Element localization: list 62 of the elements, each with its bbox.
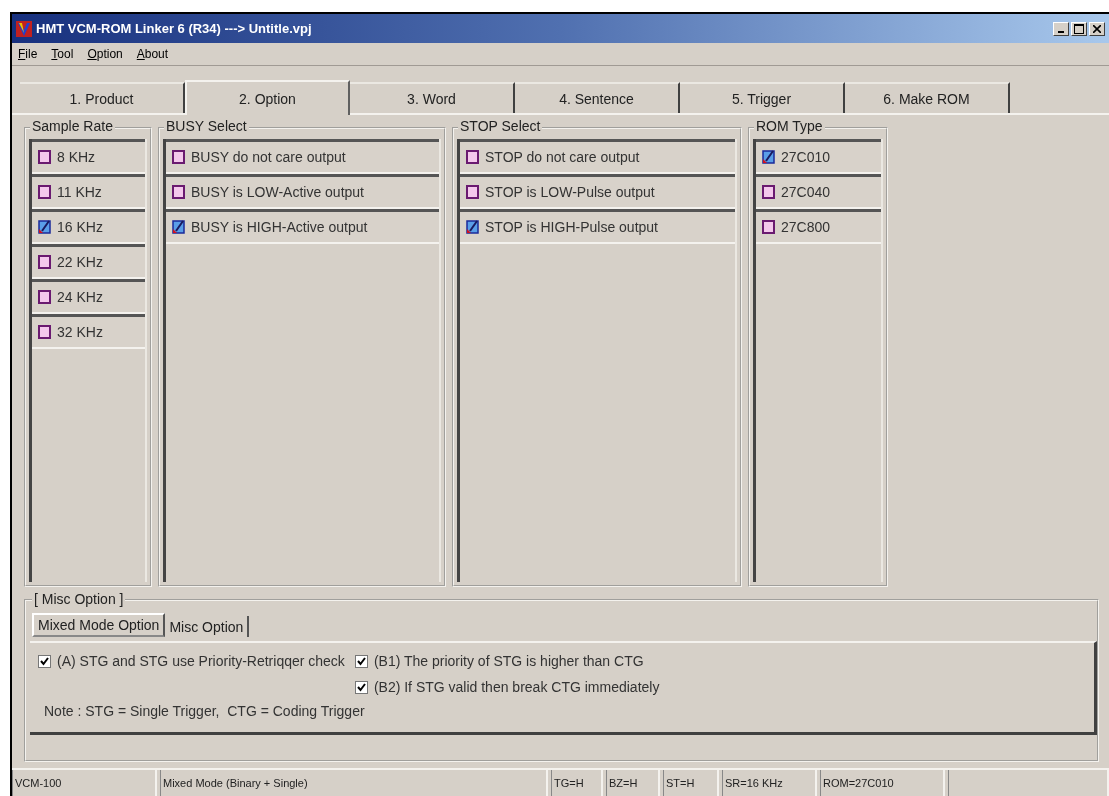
choice-label: STOP is LOW-Pulse output (485, 184, 655, 200)
minimize-button[interactable] (1053, 21, 1069, 36)
close-button[interactable] (1089, 21, 1105, 36)
choice-label: BUSY is HIGH-Active output (191, 219, 368, 235)
tab[interactable]: 4. Sentence (515, 82, 680, 113)
maximize-button[interactable] (1071, 21, 1087, 36)
tab[interactable]: 2. Option (185, 80, 350, 115)
choice-row[interactable]: 11 KHz (32, 174, 145, 209)
choice-label: 16 KHz (57, 219, 103, 235)
menu-item[interactable]: About (136, 47, 169, 61)
group-title: [ Misc Option ] (32, 591, 126, 607)
choice-label: 27C800 (781, 219, 831, 235)
status-cell: BZ=H (606, 770, 660, 796)
choice-row[interactable]: 27C010 (756, 139, 881, 174)
status-cell: VCM-100 (12, 770, 157, 796)
choice-row[interactable]: STOP do not care output (460, 139, 735, 174)
group-title: BUSY Select (164, 118, 249, 134)
note-text: Note : STG = Single Trigger, CTG = Coding Trigger (43, 703, 366, 719)
choice-row[interactable]: STOP is HIGH-Pulse output (460, 209, 735, 244)
choice-label: 22 KHz (57, 254, 103, 270)
status-cell: ROM=27C010 (820, 770, 945, 796)
status-cell: ST=H (663, 770, 719, 796)
choice-label: 32 KHz (57, 324, 103, 340)
choice-label: STOP is HIGH-Pulse output (485, 219, 658, 235)
choice-label: 8 KHz (57, 149, 96, 165)
choice-row[interactable]: 27C800 (756, 209, 881, 244)
window-title: HMT VCM-ROM Linker 6 (R34) ---> Untitle.vpj (36, 21, 312, 36)
choice-label: 27C040 (781, 184, 831, 200)
close-icon (1093, 24, 1101, 33)
maximize-icon (1074, 23, 1084, 34)
choice-row[interactable]: BUSY do not care output (166, 139, 439, 174)
menu-item[interactable]: Option (87, 47, 123, 61)
menu-item[interactable]: File (18, 47, 38, 61)
tab[interactable]: 6. Make ROM (845, 82, 1010, 113)
status-cell: TG=H (551, 770, 603, 796)
choice-row[interactable]: 27C040 (756, 174, 881, 209)
tab[interactable]: 1. Product (20, 82, 185, 113)
choice-row[interactable]: 8 KHz (32, 139, 145, 174)
group-title: ROM Type (754, 118, 825, 134)
choice-row[interactable]: 24 KHz (32, 279, 145, 314)
choice-row[interactable]: STOP is LOW-Pulse output (460, 174, 735, 209)
choice-label: STOP do not care output (485, 149, 640, 165)
choice-label: BUSY is LOW-Active output (191, 184, 364, 200)
choice-row[interactable]: 32 KHz (32, 314, 145, 349)
choice-row[interactable]: 16 KHz (32, 209, 145, 244)
choice-label: 24 KHz (57, 289, 103, 305)
status-cell: SR=16 KHz (722, 770, 817, 796)
choice-label: BUSY do not care output (191, 149, 346, 165)
menu-item[interactable]: Tool (51, 47, 74, 61)
minimize-icon (1058, 30, 1064, 33)
group-title: Sample Rate (30, 118, 115, 134)
app-logo-icon (16, 20, 32, 37)
choice-row[interactable]: BUSY is LOW-Active output (166, 174, 439, 209)
tab[interactable]: 3. Word (350, 82, 515, 113)
status-cell: Mixed Mode (Binary + Single) (160, 770, 548, 796)
group-title: STOP Select (458, 118, 543, 134)
tab[interactable]: Mixed Mode Option (32, 613, 166, 637)
choice-row[interactable]: 22 KHz (32, 244, 145, 279)
choice-label: 11 KHz (57, 184, 102, 200)
tab[interactable]: 5. Trigger (680, 82, 845, 113)
choice-row[interactable]: BUSY is HIGH-Active output (166, 209, 439, 244)
choice-label: 27C010 (781, 149, 831, 165)
